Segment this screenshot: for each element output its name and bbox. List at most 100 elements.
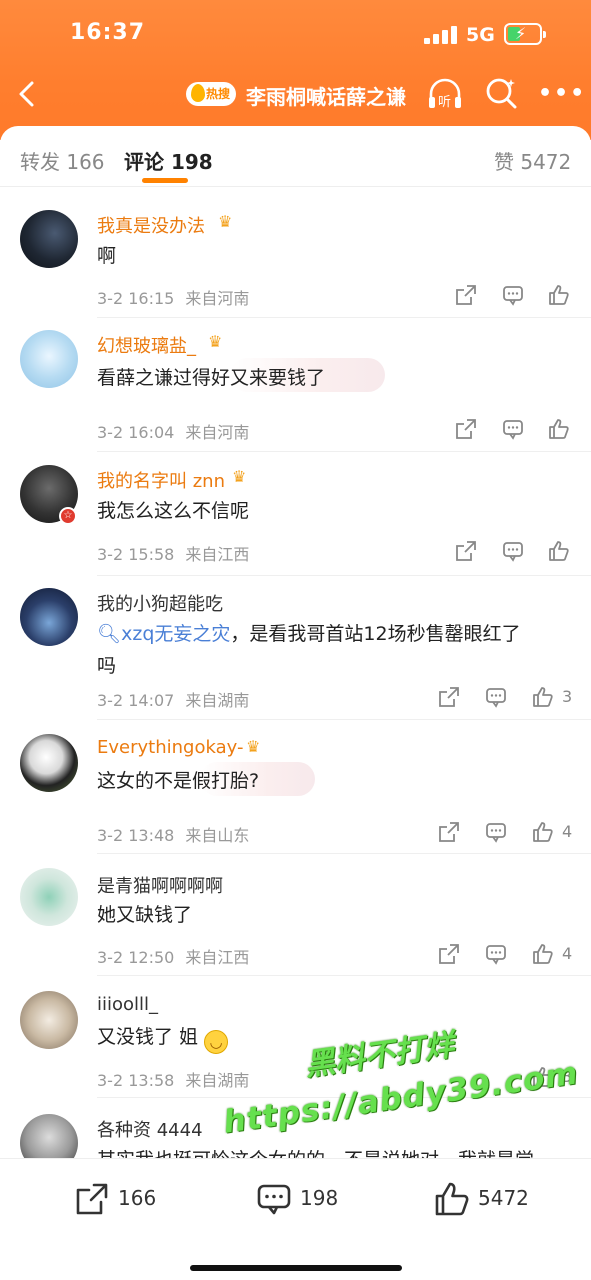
comment-text: 啊 [97,245,117,267]
share-icon[interactable] [438,686,460,708]
like-icon[interactable] [548,540,570,562]
status-bar: 16:37 5G ⚡ [0,0,591,70]
like-count: 4 [562,822,573,841]
avatar[interactable] [20,1114,78,1158]
like-count: 5472 [478,1186,529,1210]
username[interactable]: 幻想玻璃盐_ [97,332,196,358]
avatar[interactable] [20,991,78,1049]
username[interactable]: 是青猫啊啊啊啊 [97,872,223,898]
divider [0,186,591,187]
like-icon[interactable] [532,821,554,843]
comment-time: 3-2 13:58 [97,1071,175,1090]
like-icon[interactable] [532,686,554,708]
comment-item: 我真是没办法 ♛ 啊 3-2 16:15 来自河南 [0,200,591,318]
vip-crown-icon: ♛ [246,737,261,756]
comment-location: 来自江西 [185,545,250,564]
repost-count: 166 [118,1186,157,1210]
share-icon[interactable] [438,943,460,965]
page-title: 李雨桐喊话薛之谦 [246,85,406,109]
tab-comment[interactable]: 评论 198 [124,146,213,175]
like-count: 3 [562,687,573,706]
hot-search-badge: 热搜 [186,82,236,106]
username[interactable]: 我真是没办法 [97,212,205,238]
share-icon[interactable] [455,284,477,306]
comment-item: Everythingokay- ♛ 这女的不是假打胎? 3-2 13:48 来自… [0,720,591,854]
comment-count: 198 [300,1186,339,1210]
comment-item: 我的小狗超能吃 🔍︎xzq无妄之灾，是看我哥首站12场秒售罄眼红了 吗 3-2 … [0,576,591,720]
avatar[interactable] [20,588,78,646]
comment-item: ☆ 我的名字叫 znn ♛ 我怎么这么不信呢 3-2 15:58 来自江西 [0,452,591,576]
username[interactable]: 各种资 4444 [97,1116,203,1142]
username[interactable]: Everythingokay- [97,737,243,758]
avatar[interactable] [20,868,78,926]
comment-meta: 3-2 16:15 来自河南 [97,285,249,309]
reply-icon[interactable] [502,418,524,440]
nav-bar: 热搜 李雨桐喊话薛之谦 听 ••• [0,70,591,120]
signal-icon [424,26,458,44]
comment-location: 来自湖南 [185,691,250,710]
comment-location: 来自河南 [185,289,250,308]
more-options-icon[interactable]: ••• [538,83,586,105]
comment-meta: 3-2 14:07 来自湖南 [97,687,249,711]
reply-icon[interactable] [502,540,524,562]
comment-text: 🔍︎xzq无妄之灾，是看我哥首站12场秒售罄眼红了 吗 [97,623,521,677]
comment-meta: 3-2 13:58 来自湖南 [97,1067,249,1091]
comment-time: 3-2 16:15 [97,289,175,308]
tab-like[interactable]: 赞 5472 [494,146,571,175]
comment-text: 其实我也挺可怜这个女的的，不是说她对，我就是觉 [97,1144,567,1158]
comment-text: 这女的不是假打胎? [97,770,260,792]
comment-time: 3-2 14:07 [97,691,175,710]
comment-meta: 3-2 12:50 来自江西 [97,944,249,968]
topic-link[interactable]: 🔍︎xzq无妄之灾 [97,623,230,645]
username[interactable]: 我的小狗超能吃 [97,590,223,616]
reply-icon[interactable] [485,686,507,708]
share-icon[interactable] [455,540,477,562]
reply-icon[interactable] [485,821,507,843]
reply-icon[interactable] [502,284,524,306]
repost-button[interactable]: 166 [74,1179,164,1219]
like-button[interactable]: 5472 [434,1179,534,1219]
username[interactable]: 我的名字叫 znn [97,467,225,493]
member-badge-icon: ☆ [59,507,77,525]
search-icon: 🔍︎ [97,623,122,645]
network-type: 5G [466,24,495,46]
bottom-action-bar: 166 198 5472 [0,1158,591,1280]
comment-item: 是青猫啊啊啊啊 她又缺钱了 3-2 12:50 来自江西 4 [0,854,591,976]
share-icon[interactable] [438,821,460,843]
listen-headphone-icon[interactable]: 听 [426,76,464,112]
comment-item: 幻想玻璃盐_ ♛ 看薛之谦过得好又来要钱了 3-2 16:04 来自河南 [0,318,591,452]
like-icon[interactable] [548,284,570,306]
comment-icon [257,1184,291,1215]
comment-text: 她又缺钱了 [97,904,193,926]
battery-icon: ⚡ [504,23,546,45]
search-icon[interactable] [484,76,518,110]
share-icon[interactable] [455,418,477,440]
tab-repost[interactable]: 转发 166 [20,146,105,175]
svg-text:听: 听 [438,95,451,110]
comment-text: 看薛之谦过得好又来要钱了 [97,367,326,389]
comment-location: 来自江西 [185,948,250,967]
comment-location: 来自河南 [185,423,250,442]
like-icon [435,1182,469,1216]
username[interactable]: iiioolll_ [97,994,158,1015]
comment-meta: 3-2 15:58 来自江西 [97,541,249,565]
avatar[interactable] [20,330,78,388]
avatar[interactable] [20,734,78,792]
reply-icon[interactable] [485,943,507,965]
like-icon[interactable] [548,418,570,440]
status-time: 16:37 [70,20,146,45]
vip-crown-icon: ♛ [208,332,223,351]
comment-time: 3-2 13:48 [97,826,175,845]
comment-time: 3-2 12:50 [97,948,175,967]
comment-button[interactable]: 198 [256,1179,346,1219]
smile-emoji-icon: ◡ [204,1030,229,1054]
comment-time: 3-2 16:04 [97,423,175,442]
vip-crown-icon: ♛ [218,212,233,231]
comment-text: 我怎么这么不信呢 [97,500,250,522]
like-count: 4 [562,944,573,963]
home-indicator [190,1265,402,1271]
back-arrow-icon[interactable] [12,78,44,110]
comment-location: 来自湖南 [185,1071,250,1090]
avatar[interactable] [20,210,78,268]
like-icon[interactable] [532,943,554,965]
